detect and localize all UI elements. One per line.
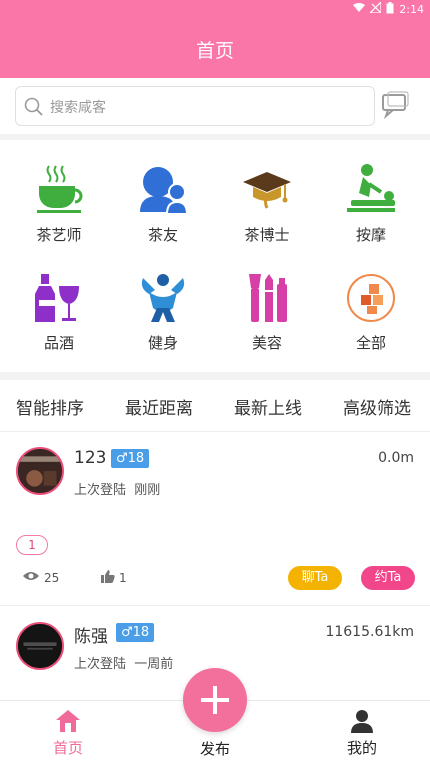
category-grid: 茶艺师 茶友 茶博士 按摩 品酒 健身 美容 全部 [0, 140, 430, 372]
avatar[interactable] [16, 447, 64, 495]
chat-button[interactable]: 聊Ta [288, 566, 342, 590]
category-tea-doctor[interactable]: 茶博士 [217, 162, 317, 245]
divider [0, 372, 430, 380]
status-time: 2:14 [399, 2, 424, 16]
views-count: 25 [44, 570, 60, 585]
sort-smart[interactable]: 智能排序 [16, 394, 84, 419]
age: 18 [132, 625, 150, 640]
search-input[interactable]: 搜索咸客 [15, 86, 375, 126]
all-categories-icon [343, 270, 399, 326]
category-fitness[interactable]: 健身 [113, 270, 213, 353]
eye-icon [22, 570, 40, 585]
home-icon [54, 707, 82, 735]
last-login: 上次登陆 刚刚 [74, 479, 160, 498]
user-name: 123 [74, 448, 107, 468]
search-row: 搜索咸客 [0, 78, 430, 134]
tab-mine[interactable]: 我的 [322, 707, 402, 758]
massage-icon [343, 162, 399, 218]
last-login-value: 刚刚 [134, 483, 161, 498]
tab-home-label: 首页 [52, 739, 83, 757]
no-signal-icon [368, 0, 382, 16]
wifi-icon [353, 2, 366, 16]
publish-button[interactable] [183, 668, 247, 732]
likes-stat[interactable]: 1 [101, 570, 127, 586]
last-login-label: 上次登陆 [74, 657, 127, 672]
distance: 0.0m [378, 450, 414, 466]
search-placeholder: 搜索咸客 [50, 100, 106, 116]
gender-symbol: ♂ [121, 625, 133, 640]
last-login-value: 一周前 [134, 657, 174, 672]
likes-count: 1 [119, 571, 127, 585]
tea-cup-icon [31, 162, 87, 218]
fitness-icon [135, 270, 191, 326]
top-header: 2:14 首页 [0, 0, 430, 78]
tab-home[interactable]: 首页 [28, 707, 108, 758]
thumbs-up-icon [101, 570, 115, 586]
user-icon [348, 707, 376, 735]
category-all[interactable]: 全部 [321, 270, 421, 353]
date-button[interactable]: 约Ta [361, 566, 415, 590]
avatar[interactable] [16, 622, 64, 670]
user-name: 陈强 [74, 627, 108, 647]
gender-symbol: ♂ [116, 451, 128, 466]
distance: 11615.61km [325, 624, 414, 640]
search-icon [24, 97, 44, 121]
gender-age-badge: ♂18 [111, 449, 150, 468]
status-bar: 2:14 [353, 0, 424, 17]
users-icon [135, 162, 191, 218]
battery-icon [386, 1, 394, 17]
user-card[interactable]: 123 ♂18 0.0m 上次登陆 刚刚 1 25 1 聊Ta 约Ta [0, 432, 430, 604]
tab-mine-label: 我的 [346, 739, 377, 757]
category-wine[interactable]: 品酒 [9, 270, 109, 353]
cosmetics-icon [239, 270, 295, 326]
message-icon[interactable] [380, 90, 410, 120]
age: 18 [127, 451, 145, 466]
gender-age-badge: ♂18 [116, 623, 155, 642]
plus-icon [201, 686, 229, 714]
page-title: 首页 [195, 40, 234, 62]
sort-newest[interactable]: 最新上线 [234, 394, 302, 419]
sort-bar: 智能排序 最近距离 最新上线 高级筛选 [0, 380, 430, 432]
category-massage[interactable]: 按摩 [321, 162, 421, 245]
user-tag[interactable]: 1 [16, 535, 48, 555]
last-login-label: 上次登陆 [74, 483, 127, 498]
category-tea-friend[interactable]: 茶友 [113, 162, 213, 245]
publish-label: 发布 [199, 740, 230, 758]
wine-icon [31, 270, 87, 326]
category-tea-master[interactable]: 茶艺师 [9, 162, 109, 245]
views-stat: 25 [22, 570, 59, 585]
graduation-cap-icon [239, 162, 295, 218]
last-login: 上次登陆 一周前 [74, 653, 173, 672]
category-beauty[interactable]: 美容 [217, 270, 317, 353]
sort-nearest[interactable]: 最近距离 [125, 394, 193, 419]
sort-advanced-filter[interactable]: 高级筛选 [343, 394, 411, 419]
